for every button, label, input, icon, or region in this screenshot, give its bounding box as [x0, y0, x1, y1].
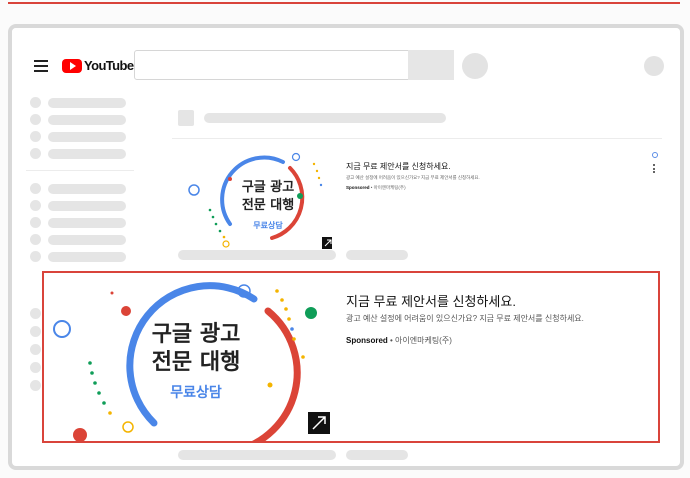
advertiser-name: • 아이엔마케팅(주) — [387, 336, 452, 345]
sidebar-skeleton-bar — [48, 98, 126, 108]
sidebar-skeleton-bar — [48, 132, 126, 142]
ad-small-description: 광고 예산 설정에 어려움이 있으신가요? 지금 무료 제안서를 신청하세요. — [346, 175, 480, 180]
sidebar-skeleton-icon — [30, 326, 41, 337]
advertiser-name: • 아이엔마케팅(주) — [369, 185, 406, 190]
ad-small-image-line1: 구글 광고 — [242, 180, 294, 195]
main-skeleton-bar — [178, 250, 336, 260]
main-skeleton-title — [204, 113, 446, 123]
sponsored-label: Sponsored — [346, 185, 370, 190]
sidebar-skeleton-icon — [30, 251, 41, 262]
ad-thumbnail-large[interactable]: 구글 광고 전문 대행 무료상담 — [46, 275, 336, 455]
info-icon[interactable] — [652, 152, 658, 158]
avatar[interactable] — [644, 56, 664, 76]
logo-text: YouTube — [84, 58, 134, 73]
ad-big-image-line1: 구글 광고 — [152, 322, 241, 347]
sidebar-skeleton-icon — [30, 234, 41, 245]
sidebar-divider — [26, 170, 134, 171]
sidebar-skeleton-icon — [30, 362, 41, 373]
ad-big-image-line2: 전문 대행 — [152, 350, 241, 375]
sidebar-skeleton-bar — [48, 201, 126, 211]
sidebar-skeleton-icon — [30, 380, 41, 391]
ad-big-image-button: 무료상담 — [170, 384, 222, 401]
sidebar-skeleton-icon — [30, 200, 41, 211]
sidebar-skeleton-bar — [48, 149, 126, 159]
search-input[interactable] — [134, 50, 454, 80]
main-skeleton-bar — [346, 250, 408, 260]
sidebar-skeleton-bar — [48, 184, 126, 194]
ad-big-description: 광고 예산 설정에 어려움이 있으신가요? 지금 무료 제안서를 신청하세요. — [346, 314, 584, 323]
sidebar-skeleton-icon — [30, 183, 41, 194]
sidebar-skeleton-bar — [48, 115, 126, 125]
sidebar-skeleton-icon — [30, 217, 41, 228]
more-options-icon[interactable] — [653, 164, 656, 173]
sidebar-skeleton-bar — [48, 218, 126, 228]
sidebar-skeleton-icon — [30, 308, 41, 319]
browser-frame: YouTube 구글 광고 전문 대행 무료상담 지금 무료 제안서를 신청하세… — [8, 24, 684, 470]
hamburger-menu-icon[interactable] — [34, 60, 48, 72]
main-skeleton-bar — [346, 450, 408, 460]
ad-small-title[interactable]: 지금 무료 제안서를 신청하세요. — [346, 161, 451, 172]
ad-thumbnail-small[interactable]: 구글 광고 전문 대행 무료상담 — [172, 146, 334, 250]
search-button[interactable] — [408, 50, 454, 80]
sidebar-skeleton-icon — [30, 131, 41, 142]
page: YouTube 구글 광고 전문 대행 무료상담 지금 무료 제안서를 신청하세… — [0, 0, 690, 478]
main-skeleton-square — [178, 110, 194, 126]
ad-big-title[interactable]: 지금 무료 제안서를 신청하세요. — [346, 291, 516, 310]
highlighted-ad-card[interactable]: 구글 광고 전문 대행 무료상담 지금 무료 제안서를 신청하세요. 광고 예산… — [42, 271, 660, 455]
sponsored-label: Sponsored — [346, 336, 388, 345]
main-skeleton-bar — [178, 450, 336, 460]
ad-small-sponsored: Sponsored • 아이엔마케팅(주) — [346, 185, 406, 191]
top-divider — [8, 2, 680, 4]
sidebar-skeleton-icon — [30, 344, 41, 355]
sidebar-skeleton-icon — [30, 148, 41, 159]
ad-big-sponsored: Sponsored • 아이엔마케팅(주) — [346, 335, 452, 346]
youtube-logo[interactable]: YouTube — [62, 58, 134, 73]
sidebar-skeleton-icon — [30, 97, 41, 108]
ad-small-image-line2: 전문 대행 — [242, 197, 294, 213]
sidebar-skeleton-bar — [48, 252, 126, 262]
youtube-play-icon — [62, 58, 82, 73]
main-divider — [172, 138, 662, 139]
youtube-header: YouTube — [12, 28, 680, 94]
sidebar-skeleton-bar — [48, 235, 126, 245]
ad-small-image-button: 무료상담 — [253, 220, 283, 230]
voice-search-button[interactable] — [462, 53, 488, 79]
sidebar-skeleton-icon — [30, 114, 41, 125]
